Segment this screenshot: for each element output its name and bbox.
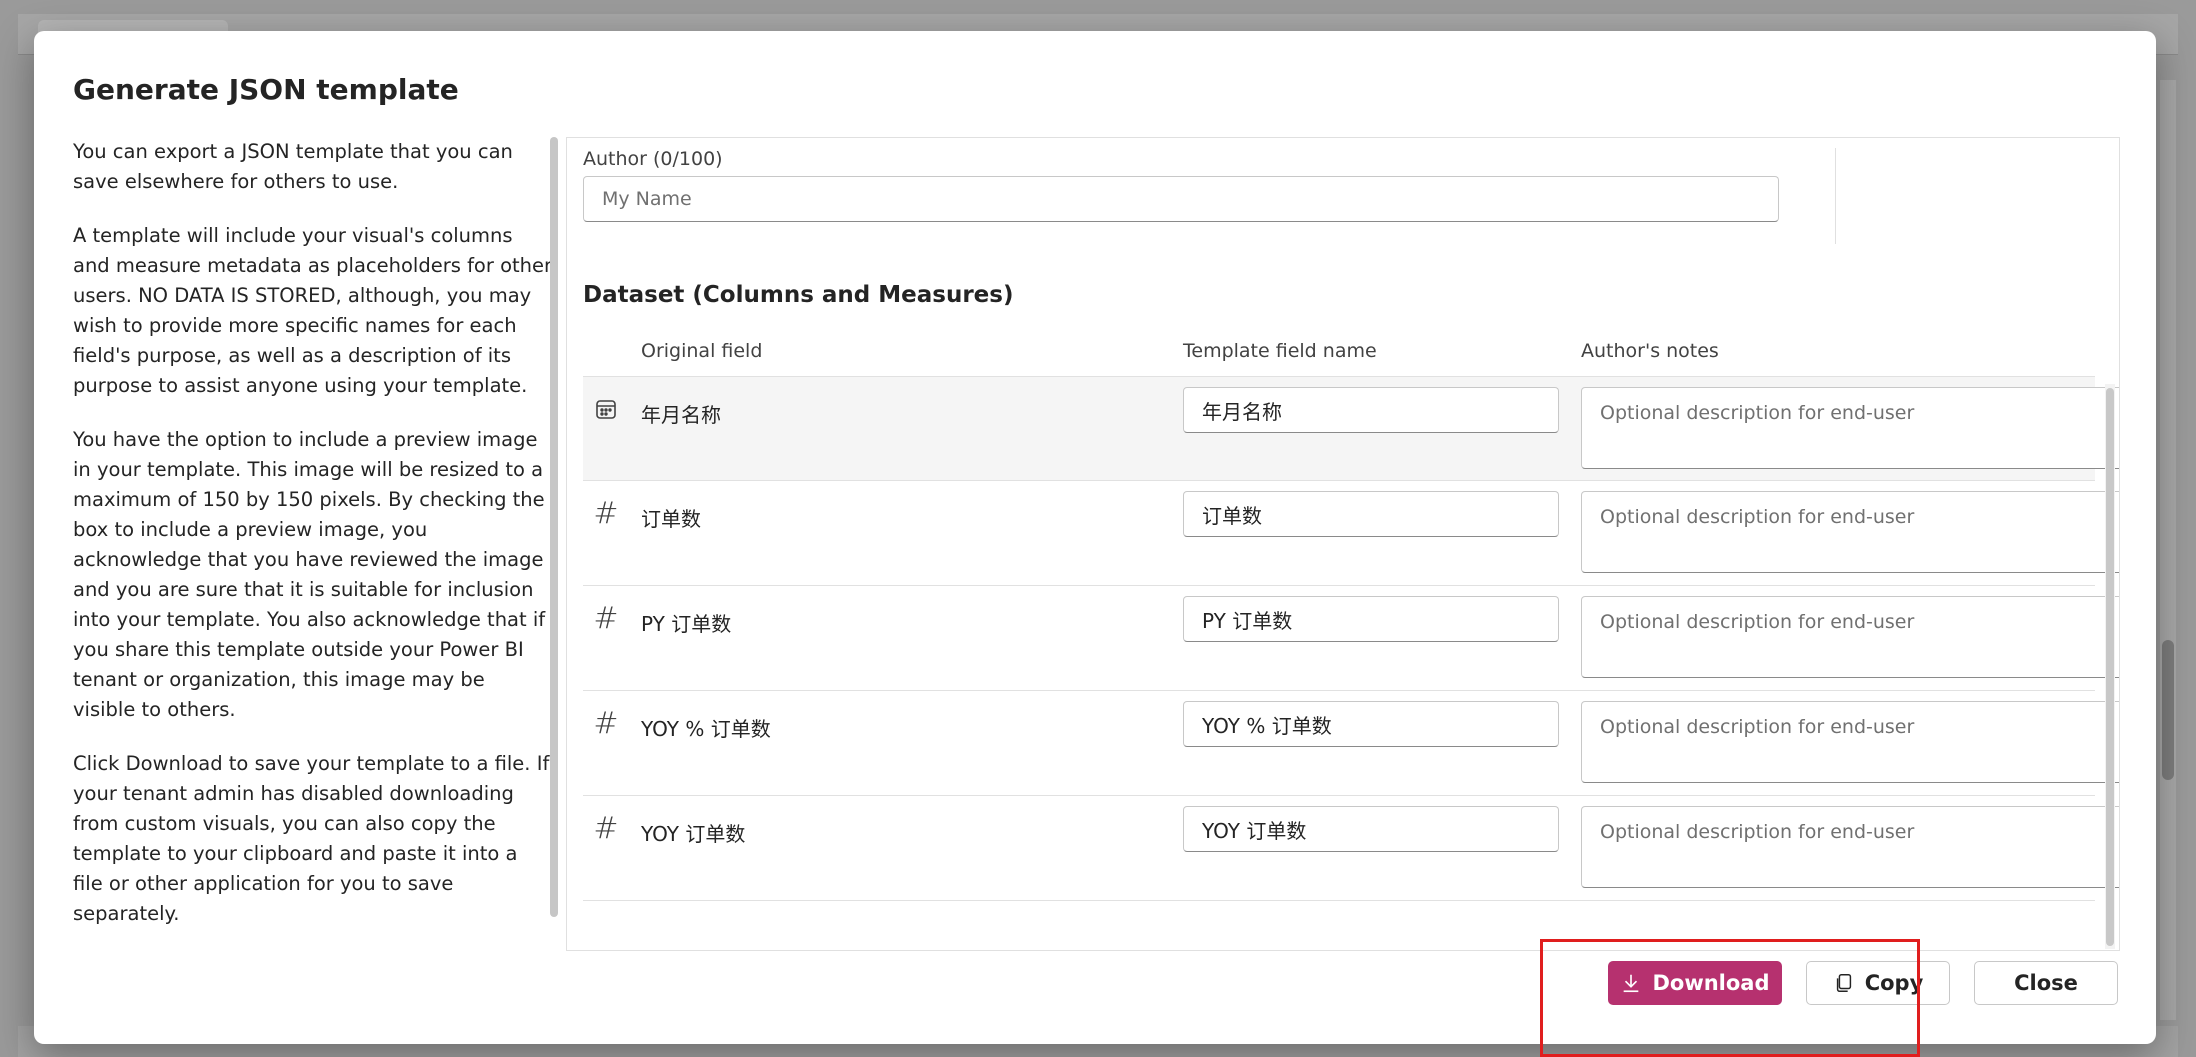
help-paragraph: You have the option to include a preview… (73, 428, 546, 721)
table-row: # PY 订单数 (583, 586, 2119, 691)
table-row: 年月名称 (583, 376, 2119, 481)
download-icon (1624, 974, 1639, 993)
help-paragraph: You can export a JSON template that you … (73, 140, 513, 193)
copy-label: Copy (1864, 971, 1924, 995)
author-notes-input[interactable] (1581, 491, 2119, 573)
template-field-input[interactable] (1183, 806, 1559, 852)
hash-icon: # (593, 706, 619, 741)
dialog-title: Generate JSON template (73, 73, 459, 106)
hash-icon: # (593, 601, 619, 636)
template-field-input[interactable] (1183, 596, 1559, 642)
help-paragraph: Click Download to save your template to … (73, 752, 550, 925)
table-scrollbar-thumb[interactable] (2106, 388, 2114, 946)
hash-icon: # (593, 496, 619, 531)
help-text: You can export a JSON template that you … (73, 137, 553, 945)
column-header-original: Original field (641, 340, 763, 362)
hash-icon: # (593, 811, 619, 846)
table-row: # YOY % 订单数 (583, 691, 2119, 796)
template-field-input[interactable] (1183, 491, 1559, 537)
author-label: Author (0/100) (583, 148, 723, 170)
original-field: 年月名称 (641, 403, 721, 427)
column-header-template: Template field name (1183, 340, 1377, 362)
original-field: 订单数 (641, 507, 701, 531)
author-notes-input[interactable] (1581, 701, 2119, 783)
dataset-section-title: Dataset (Columns and Measures) (583, 282, 1014, 308)
close-label: Close (2014, 971, 2078, 995)
divider (1835, 148, 1836, 244)
author-notes-input[interactable] (1581, 806, 2119, 888)
calendar-icon (593, 397, 619, 423)
author-notes-input[interactable] (1581, 387, 2119, 469)
author-notes-input[interactable] (1581, 596, 2119, 678)
background-scrollbar-thumb (2162, 640, 2174, 780)
template-form-panel: Author (0/100) Dataset (Columns and Meas… (566, 137, 2120, 951)
table-row: # 订单数 (583, 481, 2119, 586)
copy-button[interactable]: Copy (1806, 961, 1950, 1005)
help-paragraph: A template will include your visual's co… (73, 224, 553, 397)
table-row: # YOY 订单数 (583, 796, 2119, 901)
template-field-input[interactable] (1183, 701, 1559, 747)
generate-json-template-dialog: Generate JSON template You can export a … (34, 31, 2156, 1057)
original-field: PY 订单数 (641, 612, 732, 636)
close-button[interactable]: Close (1974, 961, 2118, 1005)
background-scrollbar (2160, 80, 2176, 1020)
download-button[interactable]: Download (1608, 961, 1782, 1005)
copy-icon (1836, 974, 1851, 992)
original-field: YOY % 订单数 (641, 717, 771, 741)
author-input[interactable] (583, 176, 1779, 222)
download-label: Download (1652, 971, 1770, 995)
column-header-notes: Author's notes (1581, 340, 1719, 362)
original-field: YOY 订单数 (641, 822, 746, 846)
help-scrollbar[interactable] (550, 137, 558, 917)
template-field-input[interactable] (1183, 387, 1559, 433)
